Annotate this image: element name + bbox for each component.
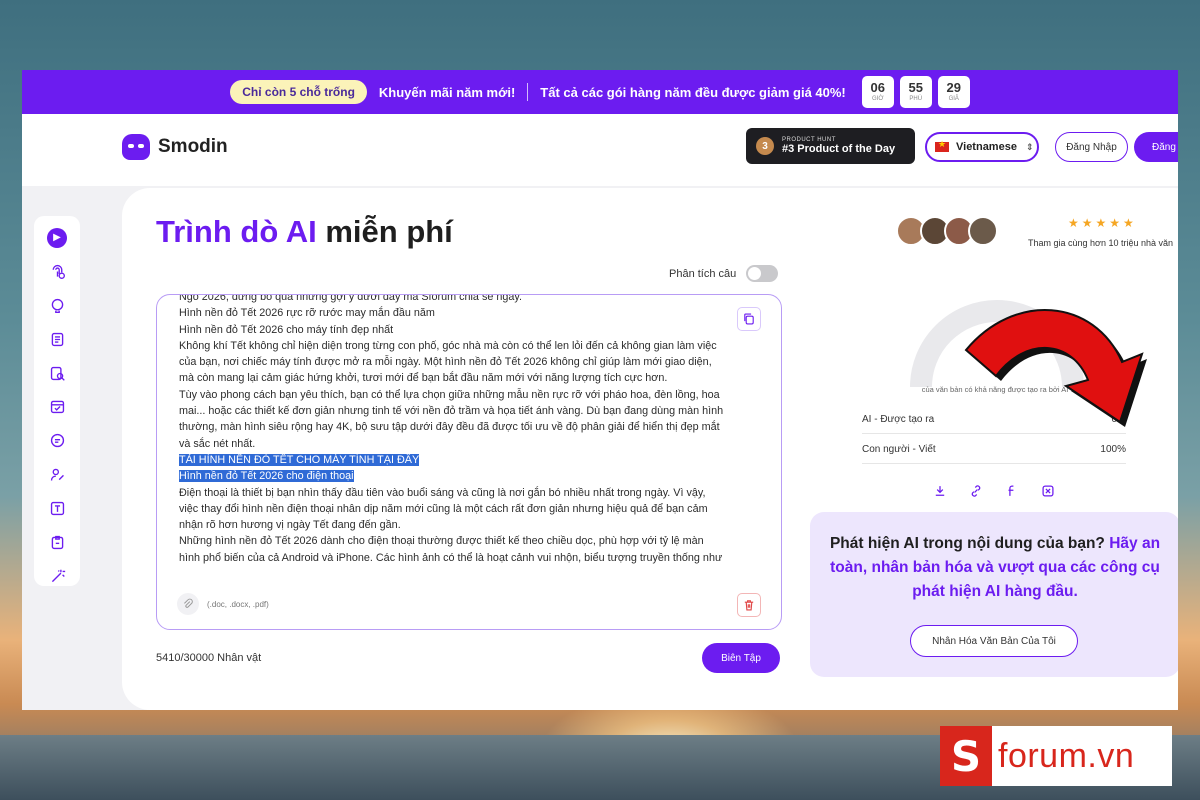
- selected-text: TẢI HÌNH NỀN ĐỎ TẾT CHO MÁY TÍNH TẠI ĐÂY: [179, 453, 420, 466]
- countdown-seconds: 29 GIÂ: [937, 76, 970, 108]
- document-search-icon[interactable]: [47, 363, 67, 383]
- countdown-unit: PHÚ: [909, 96, 923, 102]
- sforum-logo-mark: S: [940, 726, 992, 786]
- tool-sidebar: ▶: [34, 216, 80, 586]
- editor-paragraph[interactable]: Ngo 2026, đừng bỏ qua những gợi ý dưới đ…: [179, 294, 727, 305]
- rating-stars: ★★★★★: [1068, 216, 1137, 230]
- editor-paragraph[interactable]: TẢI HÌNH NỀN ĐỎ TẾT CHO MÁY TÍNH TẠI ĐÂY: [179, 452, 727, 468]
- brand-name: Smodin: [158, 136, 228, 157]
- avatar: [968, 216, 998, 246]
- countdown-hours: 06 GIỜ: [861, 76, 894, 108]
- countdown-unit: GIÂ: [948, 96, 959, 102]
- medal-icon: 3: [756, 137, 774, 155]
- file-upload[interactable]: (.doc, .docx, .pdf): [177, 593, 269, 615]
- brand-logo[interactable]: Smodin: [122, 134, 228, 160]
- countdown-unit: GIỜ: [872, 96, 884, 102]
- promo-headline: Khuyến mãi năm mới!: [378, 84, 516, 100]
- title-rest: miễn phí: [316, 214, 453, 249]
- promo-question: Phát hiện AI trong nội dung của bạn?: [829, 535, 1105, 552]
- paperclip-icon[interactable]: [177, 593, 199, 615]
- join-text: Tham gia cùng hơn 10 triệu nhà văn: [1028, 238, 1173, 248]
- product-hunt-rank: #3 Product of the Day: [782, 143, 896, 155]
- file-types: (.doc, .docx, .pdf): [207, 599, 269, 609]
- promo-pill[interactable]: Chỉ còn 5 chỗ trống: [230, 80, 367, 104]
- trash-icon: [744, 600, 754, 611]
- fingerprint-icon[interactable]: [47, 262, 67, 282]
- brain-icon[interactable]: [47, 296, 67, 316]
- editor-paragraph[interactable]: Hình nền đỏ Tết 2026 cho máy tính đẹp nh…: [179, 322, 727, 338]
- promo-bar: Chỉ còn 5 chỗ trống Khuyến mãi năm mới! …: [22, 70, 1178, 114]
- product-hunt-badge[interactable]: 3 PRODUCT HUNT #3 Product of the Day: [746, 128, 915, 164]
- paragraph-text: Không khí Tết không chỉ hiện diện trong …: [179, 339, 717, 385]
- paragraph-text: Điện thoại là thiết bị bạn nhìn thấy đầu…: [179, 486, 708, 532]
- sforum-watermark: S forum.vn: [940, 726, 1172, 786]
- editor-paragraph[interactable]: Những hình nền đỏ Tết 2026 dành cho điện…: [179, 533, 727, 566]
- user-avatars: [896, 216, 998, 246]
- paragraph-text: Tùy vào phong cách bạn yêu thích, bạn có…: [179, 388, 724, 450]
- page-title: Trình dò AI miễn phí: [156, 214, 453, 250]
- selected-text: Hình nền đỏ Tết 2026 cho điện thoại: [179, 470, 354, 483]
- editor-paragraph[interactable]: Hình nền đỏ Tết 2026 cho điện thoại: [179, 468, 727, 484]
- site-header: Smodin 3 PRODUCT HUNT #3 Product of the …: [22, 114, 1178, 186]
- humanize-promo: Phát hiện AI trong nội dung của bạn? Hãy…: [810, 512, 1178, 677]
- editor-paragraph[interactable]: Tùy vào phong cách bạn yêu thích, bạn có…: [179, 387, 727, 452]
- editor-paragraph[interactable]: Điện thoại là thiết bị bạn nhìn thấy đầu…: [179, 485, 727, 534]
- sidebar-expand-button[interactable]: ▶: [47, 228, 67, 248]
- edit-button[interactable]: Biên Tập: [702, 643, 780, 673]
- copy-button[interactable]: [737, 307, 761, 331]
- calendar-check-icon[interactable]: [47, 397, 67, 417]
- user-edit-icon[interactable]: [47, 465, 67, 485]
- countdown-value: 06: [870, 80, 885, 95]
- title-accent: Trình dò AI: [156, 214, 317, 249]
- sentence-analysis-toggle[interactable]: Phân tích câu: [669, 265, 779, 282]
- arrow-body: [964, 309, 1144, 424]
- paragraph-text: Hình nền đỏ Tết 2026 cho máy tính đẹp nh…: [179, 323, 394, 336]
- promo-offer: Tất cả các gói hàng năm đều được giảm gi…: [540, 84, 846, 100]
- document-icon[interactable]: [47, 329, 67, 349]
- language-select[interactable]: Vietnamese ⇕: [925, 132, 1039, 162]
- sforum-wordmark: forum.vn: [998, 736, 1135, 775]
- magic-wand-icon[interactable]: [47, 566, 67, 586]
- paragraph-text: Hình nền đỏ Tết 2026 rực rỡ rước may mắn…: [179, 307, 435, 320]
- paragraph-text: Những hình nền đỏ Tết 2026 dành cho điện…: [179, 535, 723, 564]
- toggle-switch[interactable]: [746, 265, 779, 282]
- paragraph-text: Ngo 2026, đừng bỏ qua những gợi ý dưới đ…: [179, 294, 522, 303]
- character-count: 5410/30000 Nhân vật: [156, 652, 262, 664]
- countdown-minutes: 55 PHÚ: [899, 76, 932, 108]
- language-value: Vietnamese: [956, 141, 1017, 153]
- summary-icon[interactable]: [47, 431, 67, 451]
- login-button[interactable]: Đăng Nhập: [1055, 132, 1128, 162]
- result-label: Con người - Viết: [862, 444, 936, 455]
- promo-separator: [527, 83, 529, 101]
- humanize-promo-text: Phát hiện AI trong nội dung của bạn? Hãy…: [820, 532, 1170, 604]
- toggle-label: Phân tích câu: [669, 267, 737, 280]
- smodin-logo-icon: [122, 134, 150, 160]
- browser-screen: Chỉ còn 5 chỗ trống Khuyến mãi năm mới! …: [22, 70, 1178, 710]
- red-arrow-annotation: [964, 309, 1147, 427]
- countdown: 06 GIỜ 55 PHÚ 29 GIÂ: [861, 76, 970, 108]
- clipboard-icon[interactable]: [47, 532, 67, 552]
- editor-paragraph[interactable]: Không khí Tết không chỉ hiện diện trong …: [179, 338, 727, 387]
- product-hunt-text: PRODUCT HUNT #3 Product of the Day: [782, 137, 895, 155]
- chevron-updown-icon: ⇕: [1025, 141, 1034, 152]
- result-label: AI - Được tạo ra: [862, 414, 935, 425]
- delete-button[interactable]: [737, 593, 761, 617]
- countdown-value: 29: [946, 80, 961, 95]
- editor-paragraph[interactable]: Hình nền đỏ Tết 2026 rực rỡ rước may mắn…: [179, 305, 727, 321]
- text-icon[interactable]: [47, 499, 67, 519]
- humanize-button[interactable]: Nhân Hóa Văn Bản Của Tôi: [910, 625, 1078, 657]
- text-editor[interactable]: Ngo 2026, đừng bỏ qua những gợi ý dưới đ…: [156, 294, 782, 630]
- countdown-value: 55: [908, 80, 923, 95]
- copy-icon: [744, 313, 754, 325]
- signup-button[interactable]: Đăng: [1134, 132, 1178, 162]
- editor-content[interactable]: Ngo 2026, đừng bỏ qua những gợi ý dưới đ…: [179, 294, 727, 566]
- vietnam-flag-icon: [935, 139, 949, 152]
